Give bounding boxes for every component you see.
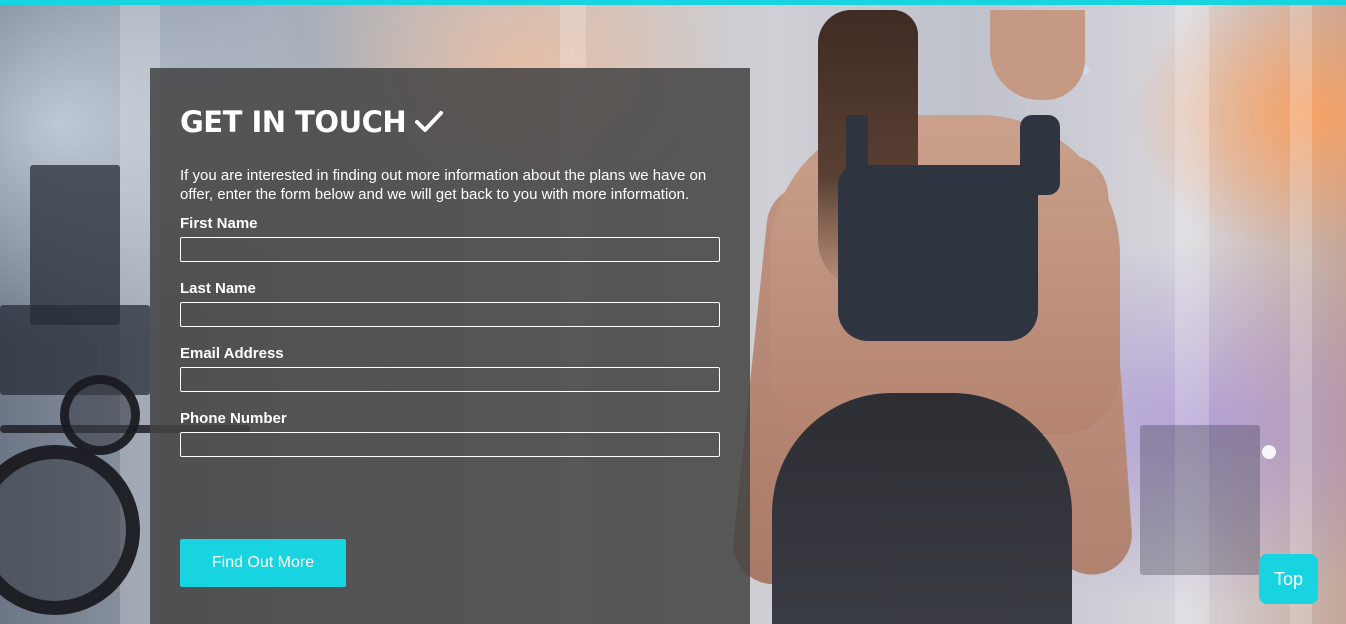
form-heading: GET IN TOUCH [180, 102, 720, 142]
last-name-label: Last Name [180, 280, 256, 297]
email-address-label: Email Address [180, 345, 284, 362]
email-address-group: Email Address [180, 345, 720, 392]
phone-number-field[interactable] [180, 432, 720, 457]
phone-number-group: Phone Number [180, 410, 720, 457]
first-name-group: First Name [180, 215, 720, 262]
last-name-field[interactable] [180, 302, 720, 327]
form-title: GET IN TOUCH [180, 105, 407, 139]
find-out-more-button[interactable]: Find Out More [180, 539, 346, 587]
top-accent-bar [0, 0, 1346, 5]
form-intro-text: If you are interested in finding out mor… [180, 167, 707, 203]
first-name-label: First Name [180, 215, 258, 232]
last-name-group: Last Name [180, 280, 720, 327]
checkmark-icon [415, 111, 444, 132]
scroll-to-top-button[interactable]: Top [1259, 554, 1318, 604]
email-address-field[interactable] [180, 367, 720, 392]
contact-form-panel: GET IN TOUCH If you are interested in fi… [150, 68, 750, 624]
phone-number-label: Phone Number [180, 410, 287, 427]
first-name-field[interactable] [180, 237, 720, 262]
